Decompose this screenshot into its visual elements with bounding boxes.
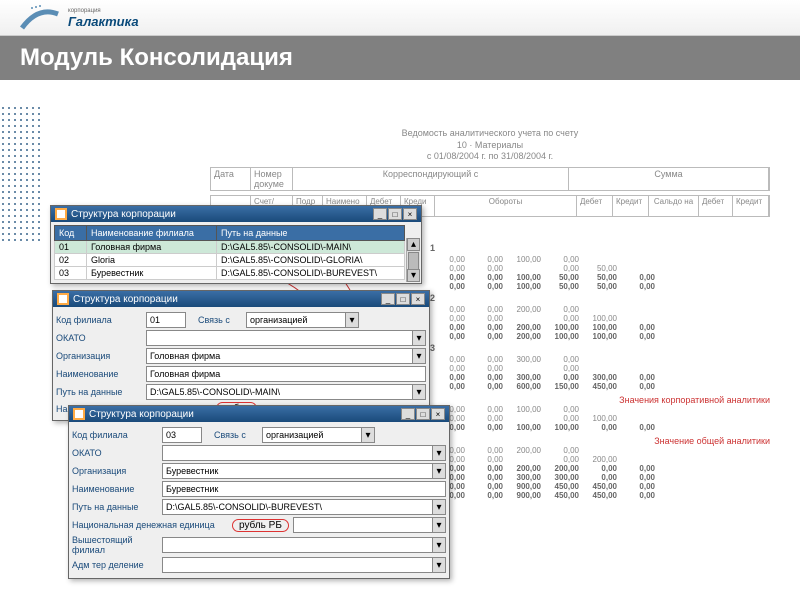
dropdown-icon[interactable]: ▾	[412, 330, 426, 346]
link-input[interactable]	[262, 427, 362, 443]
minimize-button[interactable]: _	[401, 408, 415, 420]
page-title: Модуль Консолидация	[20, 44, 293, 72]
table-row[interactable]: 01Головная фирмаD:\GAL5.85\-CONSOLID\-MA…	[55, 241, 405, 254]
dropdown-icon[interactable]: ▾	[432, 537, 446, 553]
org-input[interactable]	[146, 348, 413, 364]
minimize-button[interactable]: _	[381, 293, 395, 305]
dropdown-icon[interactable]: ▾	[432, 557, 446, 573]
dropdown-icon[interactable]: ▾	[432, 517, 446, 533]
logo: корпорация Галактика	[20, 4, 780, 32]
col-sum: Сумма	[569, 168, 769, 190]
window-title: Структура корпорации	[89, 409, 401, 420]
app-icon	[55, 208, 67, 220]
report-title-1: Ведомость аналитического учета по счету	[210, 128, 770, 140]
label-adm: Адм тер деление	[72, 560, 162, 570]
col-name[interactable]: Наименование филиала	[87, 226, 217, 241]
name-input[interactable]	[162, 481, 446, 497]
dropdown-icon[interactable]: ▾	[432, 463, 446, 479]
table-row[interactable]: 02GloriaD:\GAL5.85\-CONSOLID\-GLORIA\	[55, 254, 405, 267]
label-path: Путь на данные	[72, 502, 162, 512]
table-row[interactable]: 03БуревестникD:\GAL5.85\-CONSOLID\-BUREV…	[55, 267, 405, 280]
currency-input[interactable]	[293, 517, 433, 533]
dropdown-icon[interactable]: ▾	[345, 312, 359, 328]
label-org: Организация	[72, 466, 162, 476]
logo-swoosh-icon	[20, 4, 60, 32]
label-name: Наименование	[56, 369, 146, 379]
code-input[interactable]	[162, 427, 202, 443]
col-code[interactable]: Код	[55, 226, 87, 241]
label-link: Связь с	[214, 430, 262, 440]
page-title-bar: Модуль Консолидация	[0, 36, 800, 80]
logo-brand: Галактика	[68, 14, 139, 29]
adm-input[interactable]	[162, 557, 433, 573]
close-button[interactable]: ×	[431, 408, 445, 420]
app-icon	[57, 293, 69, 305]
close-button[interactable]: ×	[411, 293, 425, 305]
path-input[interactable]	[162, 499, 433, 515]
label-okato: ОКАТО	[72, 448, 162, 458]
org-input[interactable]	[162, 463, 433, 479]
window-branch-01[interactable]: Структура корпорации _ □ × Код филиала С…	[52, 290, 430, 421]
label-currency: Национальная денежная единица	[72, 520, 232, 530]
dropdown-icon[interactable]: ▾	[412, 384, 426, 400]
minimize-button[interactable]: _	[373, 208, 387, 220]
maximize-button[interactable]: □	[396, 293, 410, 305]
window-branch-03[interactable]: Структура корпорации _ □ × Код филиала С…	[68, 405, 450, 579]
scrollbar[interactable]: ▴ ▾	[406, 238, 420, 282]
label-okato: ОКАТО	[56, 333, 146, 343]
label-link: Связь с	[198, 315, 246, 325]
dropdown-icon[interactable]: ▾	[361, 427, 375, 443]
link-input[interactable]	[246, 312, 346, 328]
currency-value: рубль РБ	[232, 519, 289, 532]
maximize-button[interactable]: □	[388, 208, 402, 220]
okato-input[interactable]	[146, 330, 413, 346]
report-title-2: 10 · Материалы	[210, 140, 770, 152]
label-name: Наименование	[72, 484, 162, 494]
label-org: Организация	[56, 351, 146, 361]
okato-input[interactable]	[162, 445, 433, 461]
app-icon	[73, 408, 85, 420]
dropdown-icon[interactable]: ▾	[412, 348, 426, 364]
report-title-3: с 01/08/2004 г. по 31/08/2004 г.	[210, 151, 770, 163]
decorative-dots	[0, 105, 40, 245]
code-input[interactable]	[146, 312, 186, 328]
dropdown-icon[interactable]: ▾	[432, 499, 446, 515]
col-num: Номер докуме	[251, 168, 293, 190]
maximize-button[interactable]: □	[416, 408, 430, 420]
path-input[interactable]	[146, 384, 413, 400]
parent-input[interactable]	[162, 537, 433, 553]
col-corr: Корреспондирующий с	[293, 168, 569, 190]
label-parent: Вышестоящий филиал	[72, 535, 162, 555]
window-titlebar[interactable]: Структура корпорации _ □ ×	[53, 291, 429, 307]
label-code: Код филиала	[72, 430, 162, 440]
close-button[interactable]: ×	[403, 208, 417, 220]
window-title: Структура корпорации	[73, 294, 381, 305]
corp-table[interactable]: Код Наименование филиала Путь на данные …	[54, 225, 405, 280]
report-header-row: Дата Номер докуме Корреспондирующий с Су…	[210, 167, 770, 191]
window-structure-list[interactable]: Структура корпорации _ □ × Код Наименова…	[50, 205, 422, 284]
window-titlebar[interactable]: Структура корпорации _ □ ×	[69, 406, 449, 422]
window-titlebar[interactable]: Структура корпорации _ □ ×	[51, 206, 421, 222]
scroll-up-icon[interactable]: ▴	[407, 238, 420, 251]
label-code: Код филиала	[56, 315, 146, 325]
window-title: Структура корпорации	[71, 209, 373, 220]
name-input[interactable]	[146, 366, 426, 382]
top-bar: корпорация Галактика	[0, 0, 800, 36]
scroll-down-icon[interactable]: ▾	[407, 269, 420, 282]
dropdown-icon[interactable]: ▾	[432, 445, 446, 461]
label-path: Путь на данные	[56, 387, 146, 397]
col-date: Дата	[211, 168, 251, 190]
col-path[interactable]: Путь на данные	[217, 226, 405, 241]
